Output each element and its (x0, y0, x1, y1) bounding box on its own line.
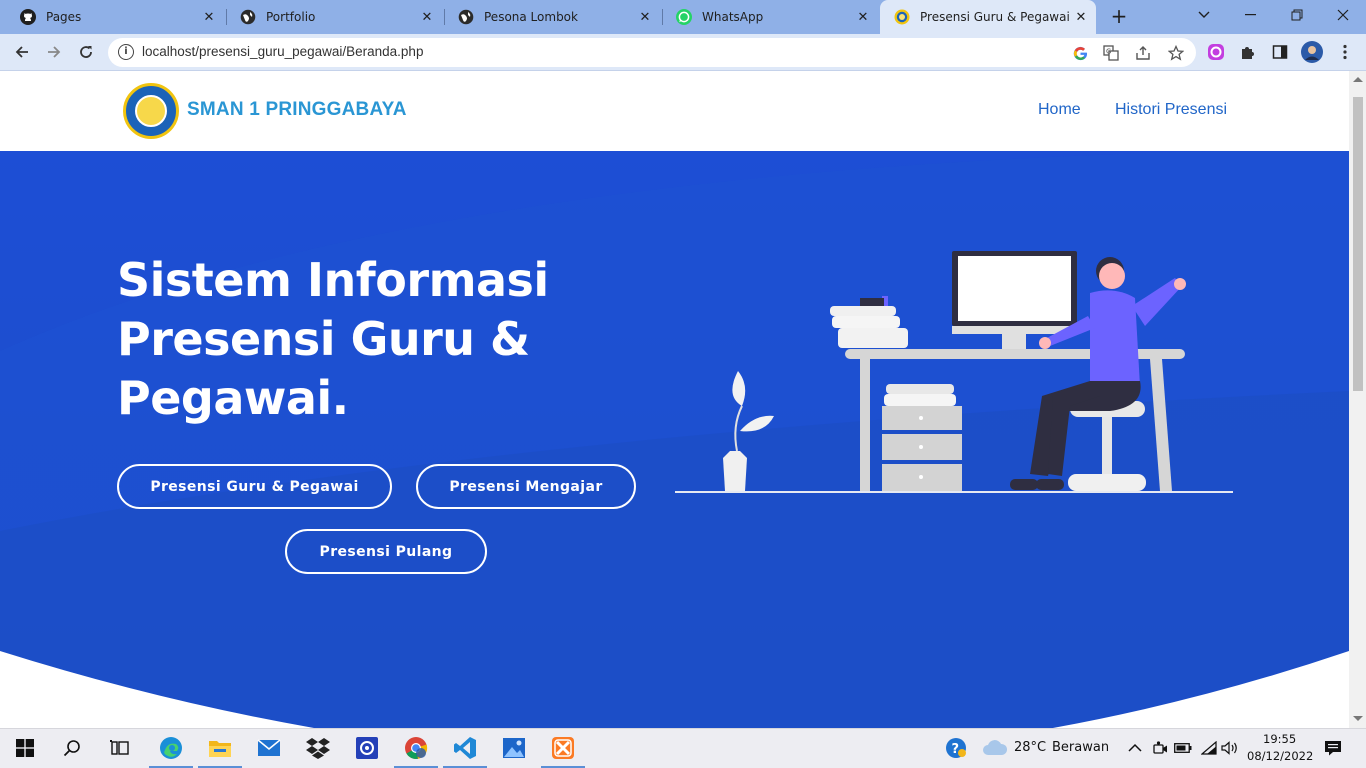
search-icon[interactable] (59, 735, 85, 761)
tab-pesona-lombok[interactable]: Pesona Lombok ✕ (444, 0, 660, 34)
chrome-menu-icon[interactable] (1334, 41, 1356, 63)
close-tab-icon[interactable]: ✕ (200, 8, 218, 26)
site-info-icon[interactable]: i (118, 44, 134, 60)
edge-icon[interactable] (149, 735, 193, 768)
tab-strip: Pages ✕ Portfolio ✕ Pesona Lombok ✕ What… (0, 0, 1366, 34)
task-view-icon[interactable] (107, 735, 133, 761)
translate-icon[interactable]: G (1101, 43, 1121, 63)
tab-presensi[interactable]: Presensi Guru & Pegawai ✕ (880, 0, 1096, 34)
google-icon[interactable] (1070, 43, 1090, 63)
url-text: localhost/presensi_guru_pegawai/Beranda.… (142, 44, 424, 59)
tab-label: Pages (46, 10, 82, 24)
chrome-icon[interactable] (394, 735, 438, 768)
notification-icon[interactable] (1320, 735, 1346, 761)
nav-home-link[interactable]: Home (1038, 101, 1081, 119)
whatsapp-icon (676, 9, 692, 25)
page-scrollbar[interactable] (1349, 71, 1366, 728)
extensions-puzzle-icon[interactable] (1237, 41, 1259, 63)
tab-label: Portfolio (266, 10, 316, 24)
presensi-mengajar-button[interactable]: Presensi Mengajar (416, 464, 636, 509)
forward-arrow-icon[interactable] (41, 39, 67, 65)
address-bar[interactable]: i localhost/presensi_guru_pegawai/Berand… (108, 38, 1196, 67)
close-tab-icon[interactable]: ✕ (636, 8, 654, 26)
minimize-icon[interactable] (1228, 0, 1274, 30)
close-tab-icon[interactable]: ✕ (854, 8, 872, 26)
bookmark-star-icon[interactable] (1166, 43, 1186, 63)
windows-start-icon[interactable] (12, 735, 38, 761)
tab-whatsapp[interactable]: WhatsApp ✕ (662, 0, 878, 34)
nav-histori-presensi-link[interactable]: Histori Presensi (1115, 101, 1227, 119)
weather-cloud-icon[interactable] (982, 735, 1008, 761)
chevron-up-icon[interactable] (1122, 735, 1148, 761)
tab-label: WhatsApp (702, 10, 764, 24)
profile-avatar[interactable] (1301, 41, 1323, 63)
github-icon (20, 9, 36, 25)
presensi-pulang-button[interactable]: Presensi Pulang (285, 529, 487, 574)
close-tab-icon[interactable]: ✕ (1072, 8, 1090, 26)
battery-icon[interactable] (1170, 735, 1196, 761)
scroll-down-arrow-icon[interactable] (1353, 716, 1363, 721)
photos-icon[interactable] (501, 735, 527, 761)
back-arrow-icon[interactable] (9, 39, 35, 65)
presensi-guru-pegawai-button[interactable]: Presensi Guru & Pegawai (117, 464, 392, 509)
tab-portfolio[interactable]: Portfolio ✕ (226, 0, 442, 34)
tab-label: Pesona Lombok (484, 10, 578, 24)
xampp-icon[interactable] (541, 735, 585, 768)
share-icon[interactable] (1133, 43, 1153, 63)
globe-icon (240, 9, 256, 25)
tab-pages[interactable]: Pages ✕ (6, 0, 224, 34)
reload-icon[interactable] (73, 39, 99, 65)
svg-text:?: ? (952, 742, 960, 757)
site-header: SMAN 1 PRINGGABAYA Home Histori Presensi (0, 71, 1349, 151)
close-window-icon[interactable] (1320, 0, 1366, 30)
hero-title: Sistem Informasi Presensi Guru & Pegawai… (117, 253, 549, 425)
scroll-up-arrow-icon[interactable] (1353, 77, 1363, 82)
school-favicon-icon (894, 9, 910, 25)
vscode-icon[interactable] (443, 735, 487, 768)
browser-toolbar: i localhost/presensi_guru_pegawai/Berand… (0, 34, 1366, 71)
svg-text:G: G (1106, 48, 1111, 56)
mail-icon[interactable] (256, 735, 282, 761)
tab-label: Presensi Guru & Pegawai (920, 10, 1070, 24)
close-tab-icon[interactable]: ✕ (418, 8, 436, 26)
store-app-icon[interactable] (354, 735, 380, 761)
page-viewport: SMAN 1 PRINGGABAYA Home Histori Presensi… (0, 71, 1349, 728)
file-explorer-icon[interactable] (198, 735, 242, 768)
school-logo[interactable] (123, 83, 179, 139)
extension-colorful-icon[interactable] (1205, 41, 1227, 63)
scrollbar-thumb[interactable] (1353, 97, 1363, 391)
new-tab-plus-icon[interactable]: + (1108, 6, 1130, 28)
weather-condition[interactable]: Berawan (1052, 740, 1109, 755)
side-panel-icon[interactable] (1269, 41, 1291, 63)
weather-temperature[interactable]: 28°C (1014, 740, 1046, 755)
clock-date[interactable]: 08/12/2022 (1247, 749, 1313, 763)
help-icon[interactable]: ? (943, 735, 969, 761)
volume-icon[interactable] (1217, 735, 1243, 761)
hero-section: Sistem Informasi Presensi Guru & Pegawai… (0, 151, 1349, 728)
site-brand[interactable]: SMAN 1 PRINGGABAYA (187, 99, 407, 121)
globe-icon (458, 9, 474, 25)
dropbox-icon[interactable] (305, 735, 331, 761)
person-at-desk-illustration (675, 251, 1233, 493)
restore-icon[interactable] (1274, 0, 1320, 30)
windows-taskbar: ? 28°C Berawan 19:55 08/12/2022 (0, 728, 1366, 768)
clock-time[interactable]: 19:55 (1263, 732, 1296, 746)
tab-search-chevron-down-icon[interactable] (1181, 0, 1227, 30)
